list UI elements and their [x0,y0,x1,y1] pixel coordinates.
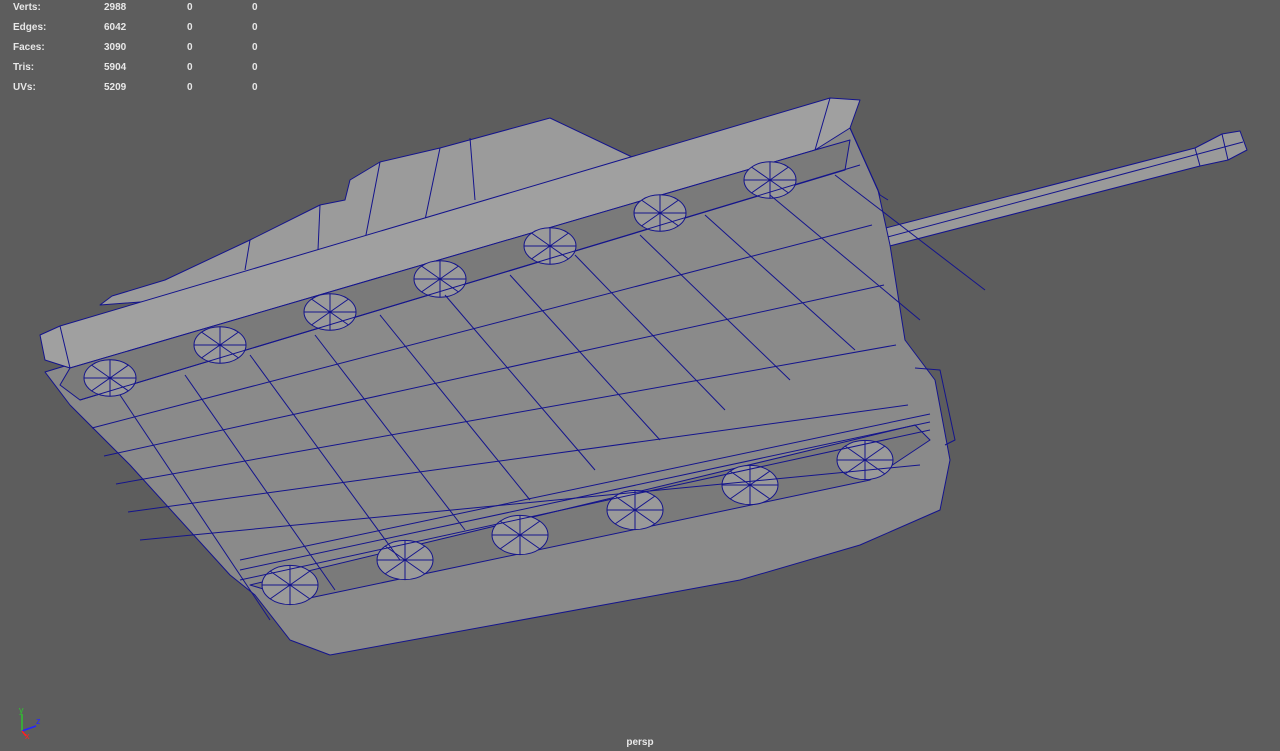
camera-label: persp [626,737,654,748]
z-label: z [36,716,41,726]
tank-model[interactable] [39,97,1248,656]
gun-barrel [877,130,1248,249]
y-label: y [19,706,24,715]
axis-gizmo: y z x [19,706,41,740]
viewport-3d[interactable] [0,0,1280,751]
